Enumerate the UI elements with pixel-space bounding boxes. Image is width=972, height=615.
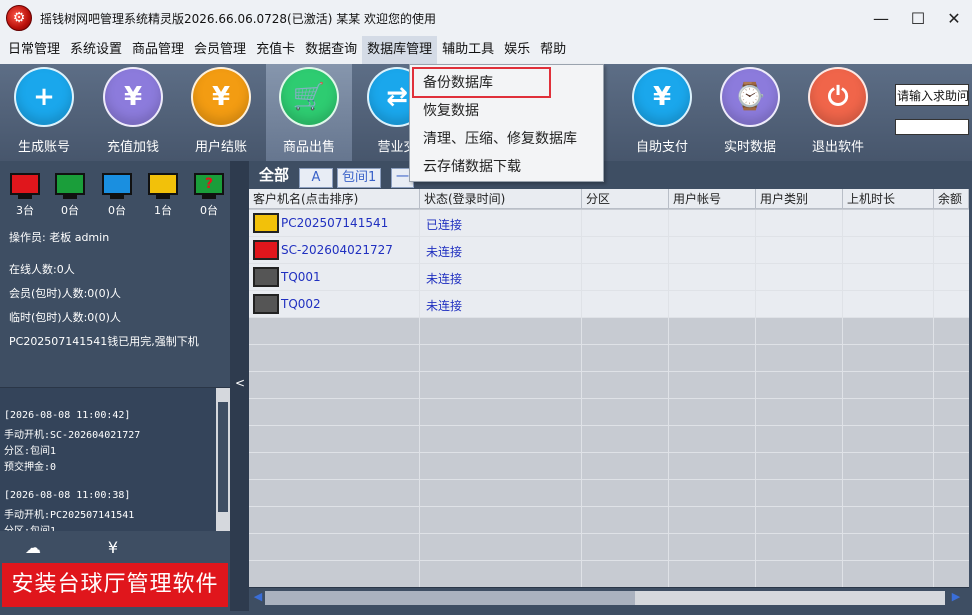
tab-all[interactable]: 全部: [255, 166, 293, 186]
monitor-icon: [55, 173, 85, 195]
mobile-pay-icon: ¥: [632, 67, 692, 127]
empty-row: [249, 399, 969, 426]
col-status[interactable]: 状态(登录时间): [420, 189, 582, 209]
empty-row: [249, 345, 969, 372]
empty-row: [249, 453, 969, 480]
col-zone[interactable]: 分区: [582, 189, 669, 209]
menu-recharge-card[interactable]: 充值卡: [251, 36, 300, 64]
minimize-button[interactable]: —: [864, 0, 898, 36]
monitor-status-green[interactable]: 0台: [54, 173, 86, 218]
cloud-download-item[interactable]: 云存储数据下载: [411, 153, 603, 181]
event-log: [2026-08-08 11:00:42] 手动开机:SC-2026040217…: [0, 387, 230, 531]
user-add-icon: +: [14, 67, 74, 127]
empty-row: [249, 426, 969, 453]
table-row[interactable]: PC202507141541 已连接: [249, 210, 969, 237]
monitor-icon: [102, 173, 132, 195]
table-row[interactable]: SC-202604021727 未连接: [249, 237, 969, 264]
monitor-icon: [148, 173, 178, 195]
menu-settings[interactable]: 系统设置: [65, 36, 127, 64]
self-pay-button[interactable]: ¥ 自助支付: [619, 64, 705, 161]
clean-compress-repair-item[interactable]: 清理、压缩、修复数据库: [411, 125, 603, 153]
scroll-right-arrow-icon[interactable]: ▶: [949, 590, 963, 606]
temp-count: 临时(包时)人数:0(0)人: [9, 311, 121, 324]
ad-banner[interactable]: 安装台球厅管理软件: [2, 563, 228, 607]
yen-coin-icon: ¥: [103, 67, 163, 127]
scroll-left-arrow-icon[interactable]: ◀: [251, 590, 265, 606]
menu-products[interactable]: 商品管理: [127, 36, 189, 64]
realtime-data-icon: ⌚: [720, 67, 780, 127]
collapse-panel-handle[interactable]: <: [230, 161, 249, 611]
empty-row: [249, 507, 969, 534]
menu-database[interactable]: 数据库管理: [362, 36, 438, 64]
tab-a[interactable]: A: [299, 168, 333, 188]
table-row[interactable]: TQ001 未连接: [249, 264, 969, 291]
window-title: 摇钱树网吧管理系统精灵版2026.66.06.0728(已激活) 某某 欢迎您的…: [40, 11, 437, 26]
empty-row: [249, 534, 969, 561]
menu-tools[interactable]: 辅助工具: [437, 36, 499, 64]
online-count: 在线人数:0人: [9, 263, 75, 276]
monitor-icon: [253, 240, 279, 260]
database-dropdown-menu: 备份数据库 恢复数据 清理、压缩、修复数据库 云存储数据下载: [409, 64, 604, 182]
recharge-button[interactable]: ¥ 充值加钱: [90, 64, 176, 161]
log-scroll-thumb[interactable]: [218, 402, 228, 512]
help-search-input[interactable]: 请输入求助问: [895, 84, 969, 106]
app-logo-icon: ⚙: [6, 5, 32, 31]
col-balance[interactable]: 余额: [934, 189, 969, 209]
client-table: 客户机名(点击排序) 状态(登录时间) 分区 用户帐号 用户类别 上机时长 余额…: [249, 189, 969, 587]
highlight-box: [412, 67, 551, 98]
cloud-check-icon[interactable]: ☁: [18, 532, 48, 562]
operator-label: 操作员: 老板 admin: [9, 231, 110, 244]
member-count: 会员(包时)人数:0(0)人: [9, 287, 121, 300]
col-account[interactable]: 用户帐号: [669, 189, 756, 209]
col-user-type[interactable]: 用户类别: [756, 189, 843, 209]
tab-room1[interactable]: 包间1: [337, 168, 382, 188]
log-scrollbar[interactable]: [216, 388, 230, 531]
sell-goods-button[interactable]: 🛒 商品出售: [266, 64, 352, 161]
monitor-icon: [253, 267, 279, 287]
menu-bar: 日常管理 系统设置 商品管理 会员管理 充值卡 数据查询 数据库管理 辅助工具 …: [0, 36, 972, 64]
monitor-status-unknown[interactable]: ? 0台: [193, 173, 225, 218]
monitor-status-yellow[interactable]: 1台: [147, 173, 179, 218]
monitor-status-blue[interactable]: 0台: [101, 173, 133, 218]
col-client-name[interactable]: 客户机名(点击排序): [249, 189, 420, 209]
empty-row: [249, 372, 969, 399]
maximize-button[interactable]: ☐: [901, 0, 935, 36]
realtime-data-button[interactable]: ⌚ 实时数据: [707, 64, 793, 161]
notice-line: PC202507141541钱已用完,强制下机: [9, 335, 199, 348]
exit-button[interactable]: ⏻ 退出软件: [795, 64, 881, 161]
help-search-secondary-input[interactable]: [895, 119, 969, 135]
col-duration[interactable]: 上机时长: [843, 189, 934, 209]
close-button[interactable]: ✕: [937, 0, 971, 36]
scroll-thumb[interactable]: [265, 591, 635, 605]
create-account-button[interactable]: + 生成账号: [1, 64, 87, 161]
checkout-monitor-icon: ¥: [191, 67, 251, 127]
horizontal-scrollbar[interactable]: ◀ ▶: [249, 587, 969, 607]
menu-entertainment[interactable]: 娱乐: [499, 36, 535, 64]
monitor-icon: [10, 173, 40, 195]
menu-daily[interactable]: 日常管理: [3, 36, 65, 64]
empty-row: [249, 318, 969, 345]
restore-data-item[interactable]: 恢复数据: [411, 97, 603, 125]
title-bar: ⚙ 摇钱树网吧管理系统精灵版2026.66.06.0728(已激活) 某某 欢迎…: [0, 0, 972, 36]
shopping-cart-icon: 🛒: [279, 67, 339, 127]
power-icon: ⏻: [808, 67, 868, 127]
menu-help[interactable]: 帮助: [535, 36, 571, 64]
left-panel: 3台 0台 0台 1台 ? 0台 操作员: 老板 admin 在线人数:0人 会…: [0, 161, 230, 611]
monitor-icon: [253, 213, 279, 233]
empty-row: [249, 480, 969, 507]
yen-shield-icon[interactable]: ¥: [98, 532, 128, 562]
monitor-icon: [253, 294, 279, 314]
monitor-status-red[interactable]: 3台: [9, 173, 41, 218]
table-row[interactable]: TQ002 未连接: [249, 291, 969, 318]
menu-members[interactable]: 会员管理: [189, 36, 251, 64]
question-monitor-icon: ?: [194, 173, 224, 195]
chevron-left-icon: <: [235, 376, 246, 390]
checkout-button[interactable]: ¥ 用户结账: [178, 64, 264, 161]
menu-data-query[interactable]: 数据查询: [300, 36, 362, 64]
tab-bar: 全部 A 包间1 一: [249, 166, 972, 188]
empty-row: [249, 561, 969, 587]
